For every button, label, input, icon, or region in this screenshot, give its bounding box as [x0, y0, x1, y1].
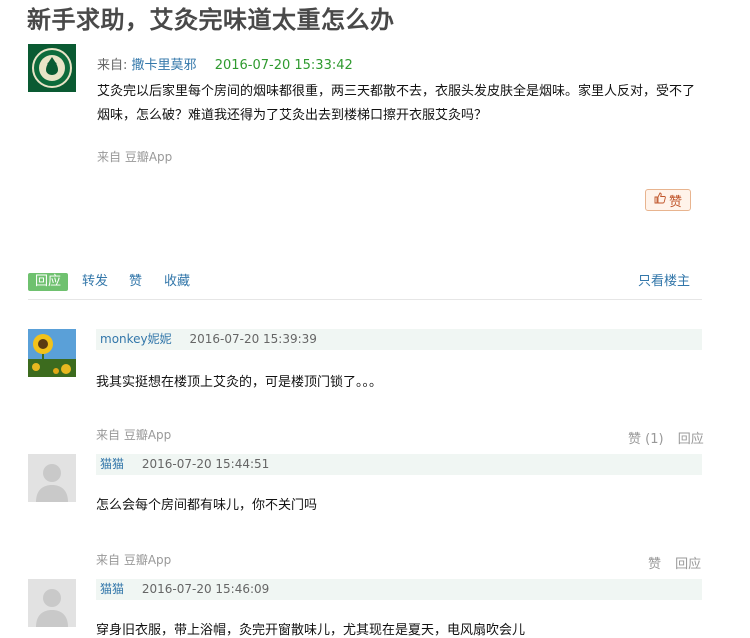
- comment-reply-button[interactable]: 回应: [675, 557, 701, 572]
- from-label: 来自:: [97, 58, 128, 73]
- post-time: 2016-07-20 15:33:42: [214, 58, 353, 73]
- comment-author[interactable]: monkey妮妮: [100, 332, 172, 346]
- comment-author[interactable]: 猫猫: [100, 457, 124, 471]
- celtics-logo-icon: [28, 44, 76, 92]
- comment-text: 怎么会每个房间都有味儿，你不关门吗: [96, 498, 318, 513]
- author-avatar[interactable]: [28, 44, 76, 92]
- collect-button[interactable]: 收藏: [164, 273, 190, 291]
- comment-author[interactable]: 猫猫: [100, 582, 124, 596]
- like-button[interactable]: 赞: [129, 273, 142, 291]
- page-title: 新手求助，艾灸完味道太重怎么办: [27, 6, 395, 34]
- comment-header: 猫猫 2016-07-20 15:44:51: [96, 454, 702, 475]
- comment-source: 来自 豆瓣App: [96, 553, 172, 567]
- comment-avatar[interactable]: [28, 329, 76, 377]
- comment-like-button[interactable]: 赞: [648, 557, 661, 572]
- comment-header: 猫猫 2016-07-20 15:46:09: [96, 579, 702, 600]
- comment-like-button[interactable]: 赞 (1): [628, 432, 664, 447]
- comment-text: 我其实挺想在楼顶上艾灸的，可是楼顶门锁了。。。: [96, 375, 383, 390]
- post-meta: 来自: 撒卡里莫邪 2016-07-20 15:33:42: [97, 54, 353, 73]
- comment-text: 穿身旧衣服，带上浴帽，灸完开窗散味儿，尤其现在是夏天，电风扇吹会儿: [96, 623, 526, 638]
- post-action-bar: 回应 转发 赞 收藏 只看楼主: [28, 269, 702, 300]
- post-source: 来自 豆瓣App: [97, 150, 173, 164]
- comment-avatar[interactable]: [28, 579, 76, 627]
- sunflower-avatar-icon: [28, 329, 76, 377]
- post-like-label: 赞: [668, 194, 682, 210]
- comment-source: 来自 豆瓣App: [96, 428, 172, 442]
- comment-header: monkey妮妮 2016-07-20 15:39:39: [96, 329, 702, 350]
- comment-time: 2016-07-20 15:39:39: [189, 332, 317, 346]
- comment-ops: 赞 (1) 回应: [618, 428, 704, 447]
- comment-time: 2016-07-20 15:46:09: [141, 582, 270, 596]
- comment-reply-button[interactable]: 回应: [678, 432, 704, 447]
- default-user-icon: [28, 579, 76, 627]
- post-like-button[interactable]: 赞: [645, 189, 691, 211]
- author-only-link[interactable]: 只看楼主: [638, 273, 690, 291]
- thumbs-up-icon: [654, 192, 666, 208]
- default-user-icon: [28, 454, 76, 502]
- comment-time: 2016-07-20 15:44:51: [141, 457, 270, 471]
- reply-button[interactable]: 回应: [28, 273, 68, 291]
- comment-ops: 赞 回应: [638, 553, 701, 572]
- post-body: 艾灸完以后家里每个房间的烟味都很重，两三天都散不去，衣服头发皮肤全是烟味。家里人…: [97, 84, 696, 123]
- author-link[interactable]: 撒卡里莫邪: [132, 58, 197, 73]
- share-button[interactable]: 转发: [82, 273, 108, 291]
- comment-avatar[interactable]: [28, 454, 76, 502]
